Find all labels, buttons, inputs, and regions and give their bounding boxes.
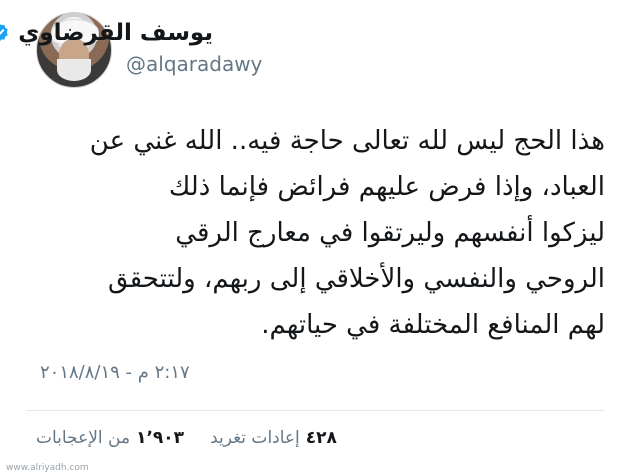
tweet-header: يوسف القرضاوي @alqaradawy xyxy=(0,8,605,88)
tweet-text: هذا الحج ليس لله تعالى حاجة فيه.. الله غ… xyxy=(89,126,605,340)
display-name[interactable]: يوسف القرضاوي xyxy=(18,20,213,46)
likes-label: من الإعجابات xyxy=(36,428,131,448)
tweet-timestamp[interactable]: ٢:١٧ م - ٢٠١٨/٨/١٩ xyxy=(40,362,190,383)
tweet-stats: ١٬٩٠٣ من الإعجابات ٤٢٨ إعادات تغريد xyxy=(36,428,337,448)
divider xyxy=(26,410,605,411)
avatar-beard xyxy=(57,59,91,81)
user-handle[interactable]: @alqaradawy xyxy=(126,52,262,76)
tweet-card: يوسف القرضاوي @alqaradawy هذا الحج ليس ل… xyxy=(0,0,631,475)
retweets-stat[interactable]: ٤٢٨ إعادات تغريد xyxy=(210,428,337,448)
verified-badge-icon xyxy=(0,22,10,44)
likes-stat[interactable]: ١٬٩٠٣ من الإعجابات xyxy=(36,428,184,448)
watermark: www.alriyadh.com xyxy=(6,463,89,473)
likes-count: ١٬٩٠٣ xyxy=(136,428,185,448)
name-row: يوسف القرضاوي xyxy=(0,20,213,46)
retweets-count: ٤٢٨ xyxy=(305,428,337,448)
retweets-label: إعادات تغريد xyxy=(210,428,300,448)
